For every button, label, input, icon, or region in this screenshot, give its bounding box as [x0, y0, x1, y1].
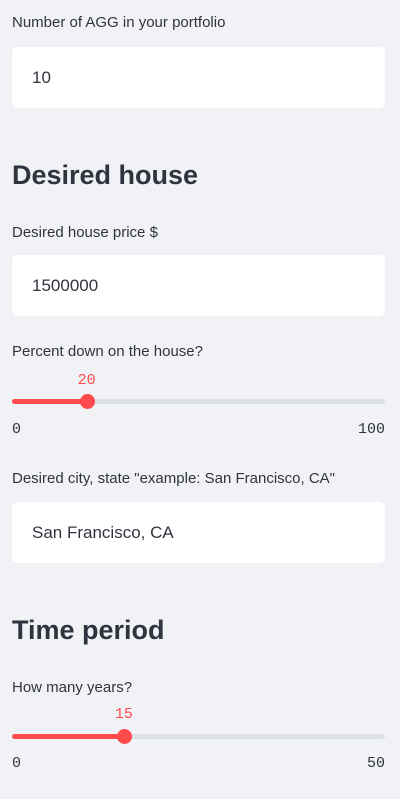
city-label: Desired city, state "example: San Franci… — [12, 470, 335, 487]
percent-down-slider[interactable] — [12, 394, 385, 409]
house-price-label: Desired house price $ — [12, 224, 158, 241]
percent-down-min: 0 — [12, 421, 22, 438]
percent-down-max: 100 — [357, 421, 385, 438]
house-price-input[interactable]: 1500000 — [12, 255, 385, 316]
years-value: 15 — [114, 706, 133, 723]
percent-down-value: 20 — [77, 372, 96, 389]
years-slider[interactable] — [12, 729, 385, 744]
city-input[interactable]: San Francisco, CA — [12, 502, 385, 563]
years-label: How many years? — [12, 679, 133, 696]
agg-input[interactable]: 10 — [12, 47, 385, 108]
agg-label: Number of AGG in your portfolio — [12, 14, 226, 31]
years-min: 0 — [12, 755, 22, 772]
time-period-heading: Time period — [12, 615, 165, 645]
desired-house-heading: Desired house — [12, 160, 199, 190]
slider-fill — [12, 734, 124, 739]
percent-down-label: Percent down on the house? — [12, 343, 203, 360]
slider-thumb[interactable] — [116, 729, 132, 744]
years-max: 50 — [366, 755, 385, 772]
slider-thumb[interactable] — [79, 394, 95, 409]
slider-fill — [12, 399, 87, 404]
